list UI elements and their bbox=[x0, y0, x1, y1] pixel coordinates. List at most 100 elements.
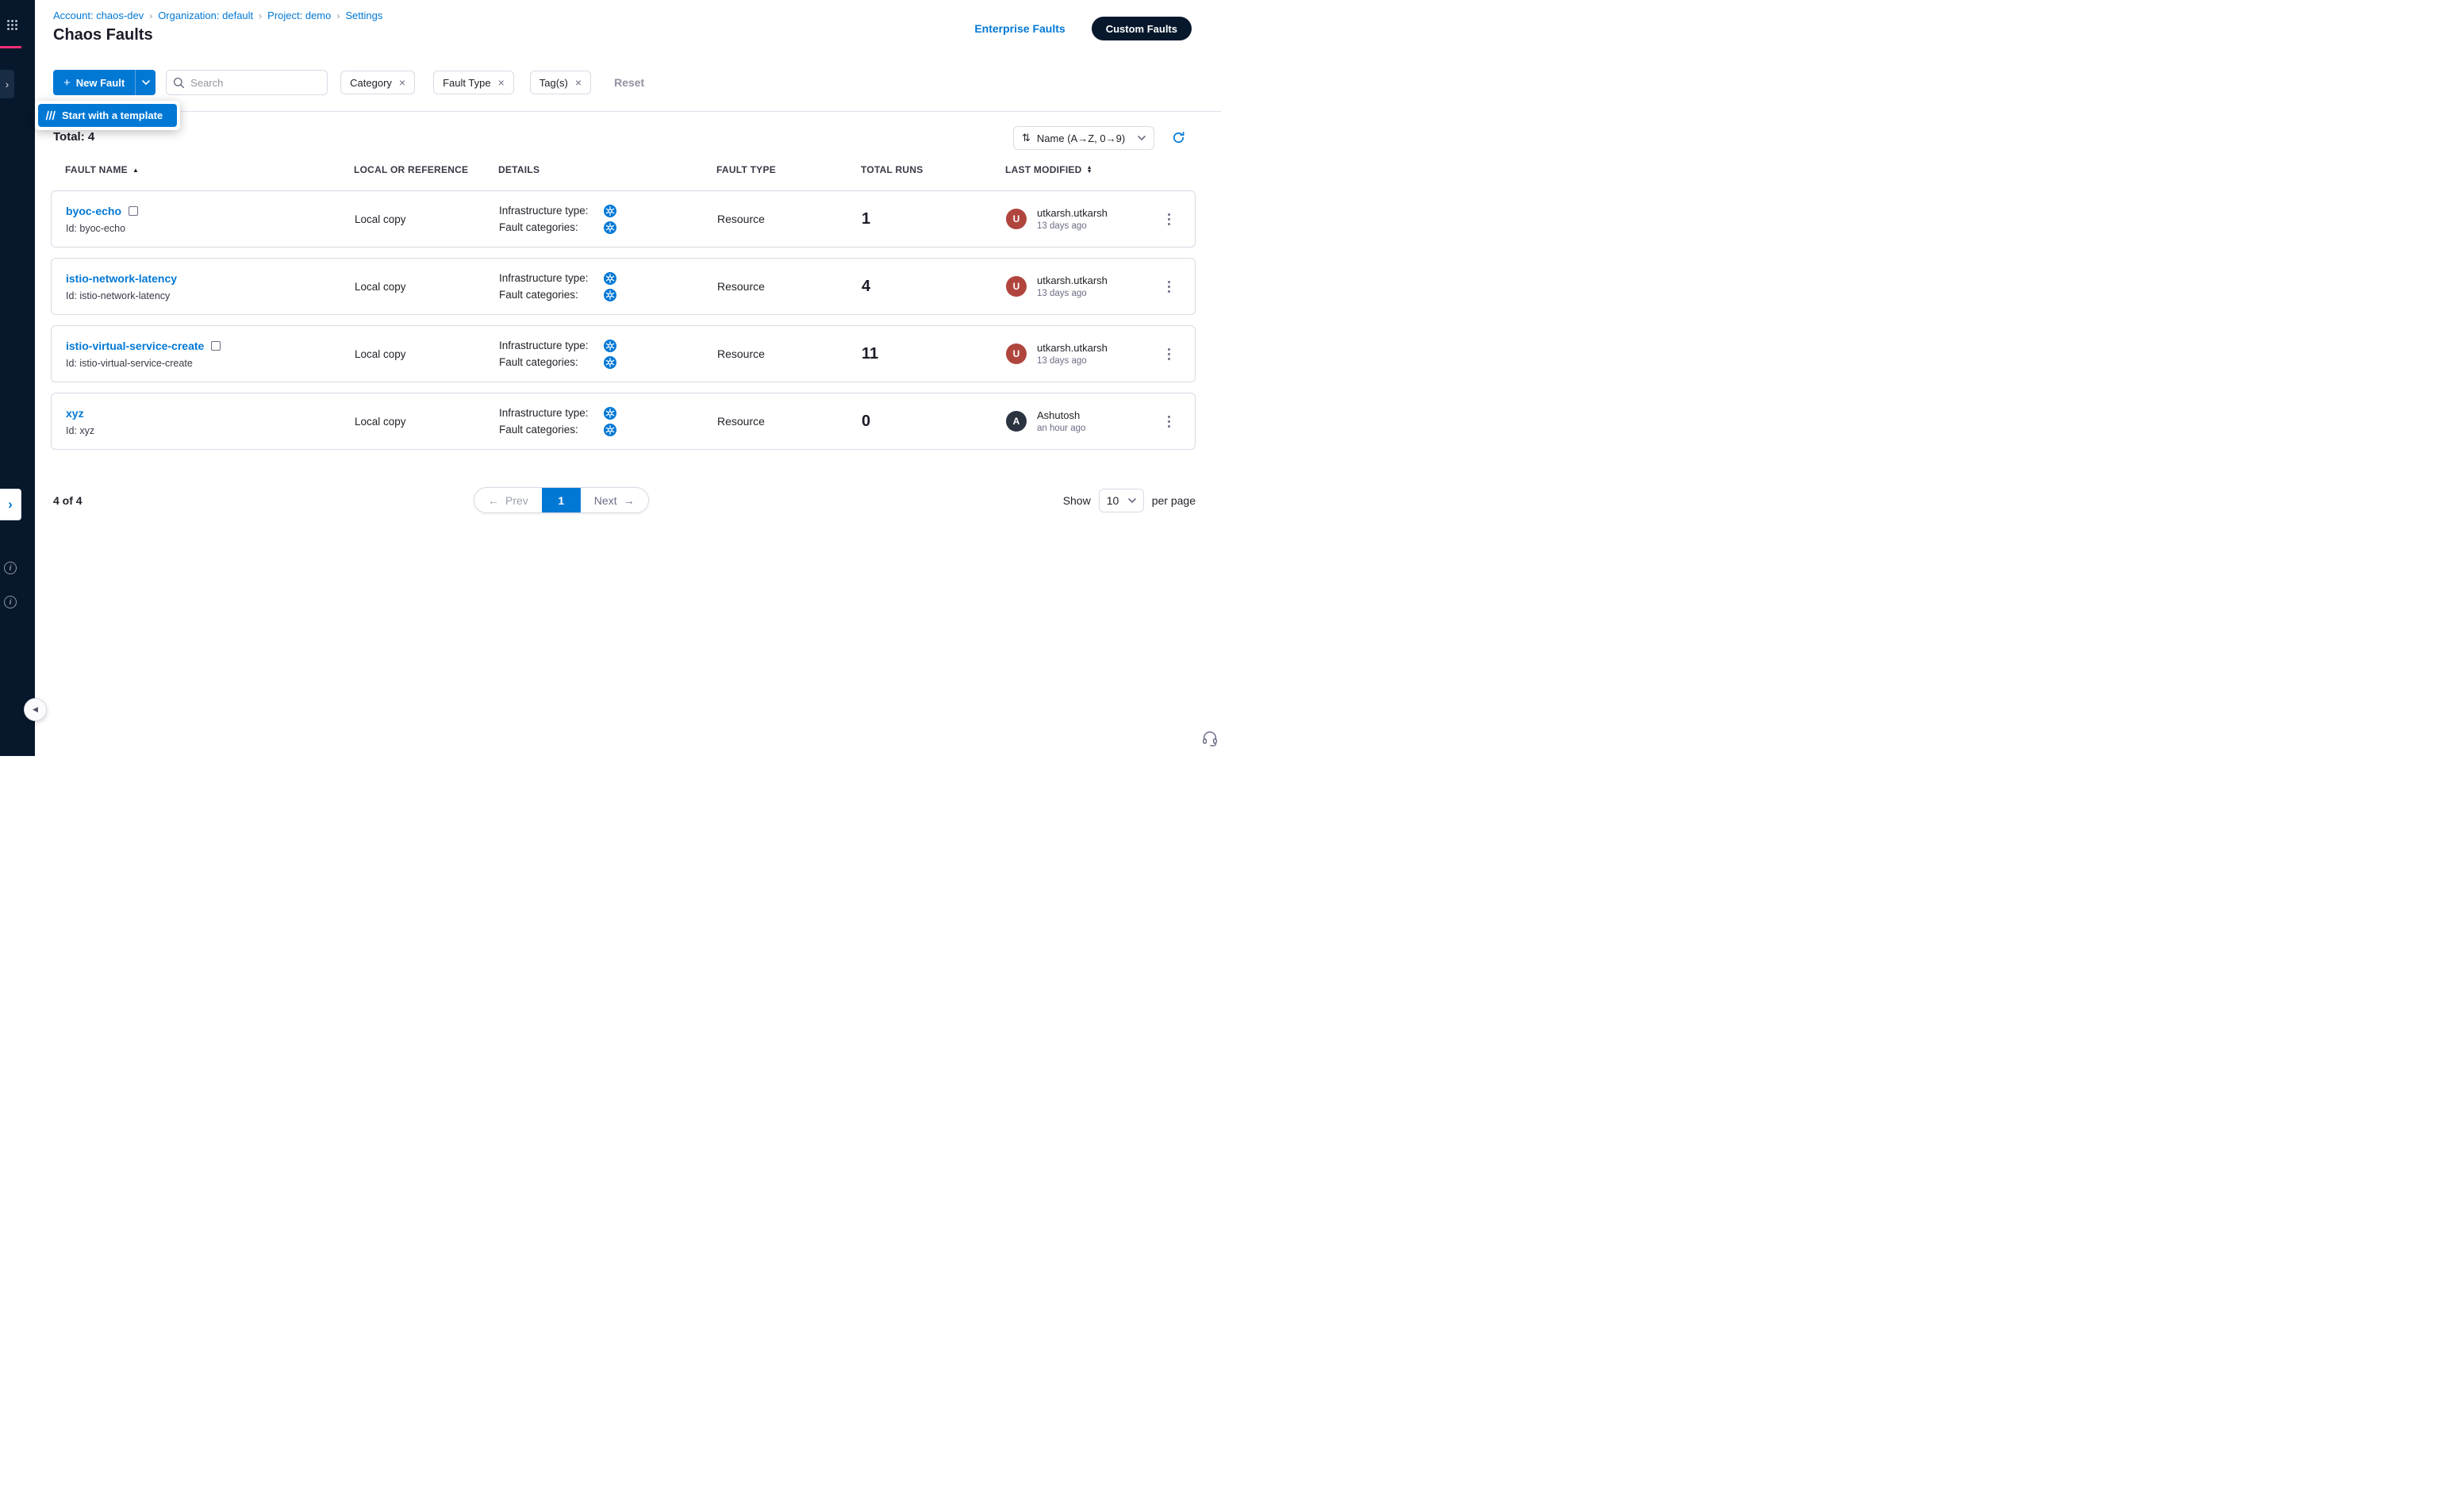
filter-chip-label: Tag(s) bbox=[539, 77, 568, 89]
prev-page-button[interactable]: ← Prev bbox=[474, 488, 542, 512]
fault-type-value: Resource bbox=[717, 213, 862, 225]
per-page-value: 10 bbox=[1107, 494, 1119, 507]
fault-categories-label: Fault categories: bbox=[499, 356, 604, 368]
page-header: Account: chaos-dev › Organization: defau… bbox=[35, 0, 1221, 112]
filter-chip-category[interactable]: Category × bbox=[340, 71, 415, 94]
fault-type-value: Resource bbox=[717, 280, 862, 293]
fault-id: Id: byoc-echo bbox=[66, 223, 355, 234]
fault-name-link[interactable]: istio-virtual-service-create bbox=[66, 340, 204, 352]
breadcrumb-settings-link[interactable]: Settings bbox=[345, 10, 382, 21]
fault-row-istio-virtual-service-create[interactable]: istio-virtual-service-create Id: istio-v… bbox=[51, 325, 1196, 382]
collapse-sidebar-button[interactable]: ◀ bbox=[24, 698, 47, 721]
start-with-template-label: Start with a template bbox=[62, 109, 163, 121]
local-or-reference-value: Local copy bbox=[355, 348, 499, 360]
breadcrumb-account-link[interactable]: Account: chaos-dev bbox=[53, 10, 144, 21]
filter-chip-label: Category bbox=[350, 77, 392, 89]
breadcrumb: Account: chaos-dev › Organization: defau… bbox=[53, 10, 382, 21]
pagination: ← Prev 1 Next → bbox=[474, 487, 649, 513]
nav-expand-button[interactable]: › bbox=[0, 489, 21, 520]
info-icon[interactable]: i bbox=[4, 562, 17, 574]
chevron-down-icon bbox=[1138, 136, 1146, 140]
fault-name-link[interactable]: istio-network-latency bbox=[66, 272, 177, 285]
result-count: 4 of 4 bbox=[53, 494, 83, 507]
fault-type-value: Resource bbox=[717, 415, 862, 428]
sidebar: › › i i bbox=[0, 0, 35, 756]
kebab-menu-icon[interactable] bbox=[1161, 343, 1177, 365]
page-number-button[interactable]: 1 bbox=[542, 488, 581, 512]
plus-icon: + bbox=[63, 76, 71, 90]
sidebar-expand-button[interactable]: › bbox=[0, 70, 14, 98]
kebab-menu-icon[interactable] bbox=[1161, 276, 1177, 297]
next-page-button[interactable]: Next → bbox=[581, 488, 648, 512]
close-icon[interactable]: × bbox=[498, 77, 505, 88]
kubernetes-icon bbox=[604, 289, 616, 301]
kubernetes-icon bbox=[604, 221, 616, 234]
collapse-arrow-icon: ◀ bbox=[33, 705, 38, 714]
close-icon[interactable]: × bbox=[575, 77, 582, 88]
new-fault-dropdown: Start with a template bbox=[35, 101, 180, 130]
column-last-modified[interactable]: LAST MODIFIED ▲▼ bbox=[1005, 164, 1161, 175]
sort-select[interactable]: ⇅ Name (A→Z, 0→9) bbox=[1013, 126, 1154, 150]
infrastructure-type-label: Infrastructure type: bbox=[499, 340, 604, 351]
kebab-menu-icon[interactable] bbox=[1161, 209, 1177, 230]
info-icon[interactable]: i bbox=[4, 596, 17, 608]
enterprise-faults-link[interactable]: Enterprise Faults bbox=[974, 22, 1065, 35]
template-icon bbox=[45, 110, 56, 121]
refresh-icon[interactable] bbox=[1172, 131, 1185, 144]
kubernetes-icon bbox=[604, 356, 616, 369]
kubernetes-icon bbox=[604, 205, 616, 217]
filter-chip-fault-type[interactable]: Fault Type × bbox=[433, 71, 514, 94]
fault-categories-label: Fault categories: bbox=[499, 424, 604, 436]
filter-chip-tags[interactable]: Tag(s) × bbox=[530, 71, 591, 94]
help-headset-icon[interactable] bbox=[1201, 730, 1219, 751]
breadcrumb-project-link[interactable]: Project: demo bbox=[267, 10, 331, 21]
reset-filters-button[interactable]: Reset bbox=[614, 76, 644, 89]
per-page-suffix: per page bbox=[1152, 494, 1196, 507]
per-page-control: Show 10 per page bbox=[1063, 489, 1196, 512]
per-page-select[interactable]: 10 bbox=[1099, 489, 1144, 512]
total-runs-value: 1 bbox=[862, 210, 1006, 228]
modified-by: Ashutosh bbox=[1037, 409, 1085, 421]
arrow-right-icon: → bbox=[624, 494, 635, 507]
search-input[interactable] bbox=[166, 70, 328, 95]
chevron-right-icon: › bbox=[8, 497, 13, 512]
fault-name-link[interactable]: xyz bbox=[66, 407, 84, 420]
checkbox-icon[interactable] bbox=[129, 206, 138, 216]
main-content: Account: chaos-dev › Organization: defau… bbox=[35, 0, 1221, 756]
modified-time: 13 days ago bbox=[1037, 289, 1108, 298]
local-or-reference-value: Local copy bbox=[355, 416, 499, 428]
chevron-right-icon: › bbox=[259, 10, 262, 21]
kebab-menu-icon[interactable] bbox=[1161, 411, 1177, 432]
total-count: Total: 4 bbox=[53, 130, 94, 144]
fault-row-byoc-echo[interactable]: byoc-echo Id: byoc-echo Local copy Infra… bbox=[51, 190, 1196, 248]
fault-id: Id: istio-virtual-service-create bbox=[66, 358, 355, 369]
fault-type-value: Resource bbox=[717, 347, 862, 360]
fault-id: Id: istio-network-latency bbox=[66, 290, 355, 301]
header-actions: Enterprise Faults Custom Faults bbox=[974, 17, 1192, 40]
fault-categories-label: Fault categories: bbox=[499, 221, 604, 233]
modified-by: utkarsh.utkarsh bbox=[1037, 342, 1108, 354]
column-fault-name[interactable]: FAULT NAME ▲ bbox=[51, 164, 354, 175]
fault-row-xyz[interactable]: xyz Id: xyz Local copy Infrastructure ty… bbox=[51, 393, 1196, 450]
avatar: U bbox=[1006, 209, 1027, 229]
app-grid-icon[interactable] bbox=[6, 19, 18, 35]
modified-time: an hour ago bbox=[1037, 424, 1085, 433]
custom-faults-button[interactable]: Custom Faults bbox=[1092, 17, 1192, 40]
new-fault-menu-toggle[interactable] bbox=[135, 70, 156, 95]
new-fault-button[interactable]: + New Fault bbox=[53, 70, 135, 95]
fault-row-istio-network-latency[interactable]: istio-network-latency Id: istio-network-… bbox=[51, 258, 1196, 315]
column-details: DETAILS bbox=[498, 164, 716, 175]
fault-id: Id: xyz bbox=[66, 425, 355, 436]
close-icon[interactable]: × bbox=[399, 77, 405, 88]
breadcrumb-organization-link[interactable]: Organization: default bbox=[158, 10, 253, 21]
start-with-template-item[interactable]: Start with a template bbox=[38, 104, 177, 127]
chevron-down-icon bbox=[1128, 498, 1136, 503]
local-or-reference-value: Local copy bbox=[355, 281, 499, 293]
chevron-right-icon: › bbox=[6, 78, 10, 90]
checkbox-icon[interactable] bbox=[211, 341, 221, 351]
fault-list: byoc-echo Id: byoc-echo Local copy Infra… bbox=[51, 190, 1196, 460]
sort-select-value: Name (A→Z, 0→9) bbox=[1037, 132, 1125, 144]
total-runs-value: 4 bbox=[862, 278, 1006, 296]
new-fault-label: New Fault bbox=[76, 77, 125, 89]
fault-name-link[interactable]: byoc-echo bbox=[66, 205, 121, 217]
